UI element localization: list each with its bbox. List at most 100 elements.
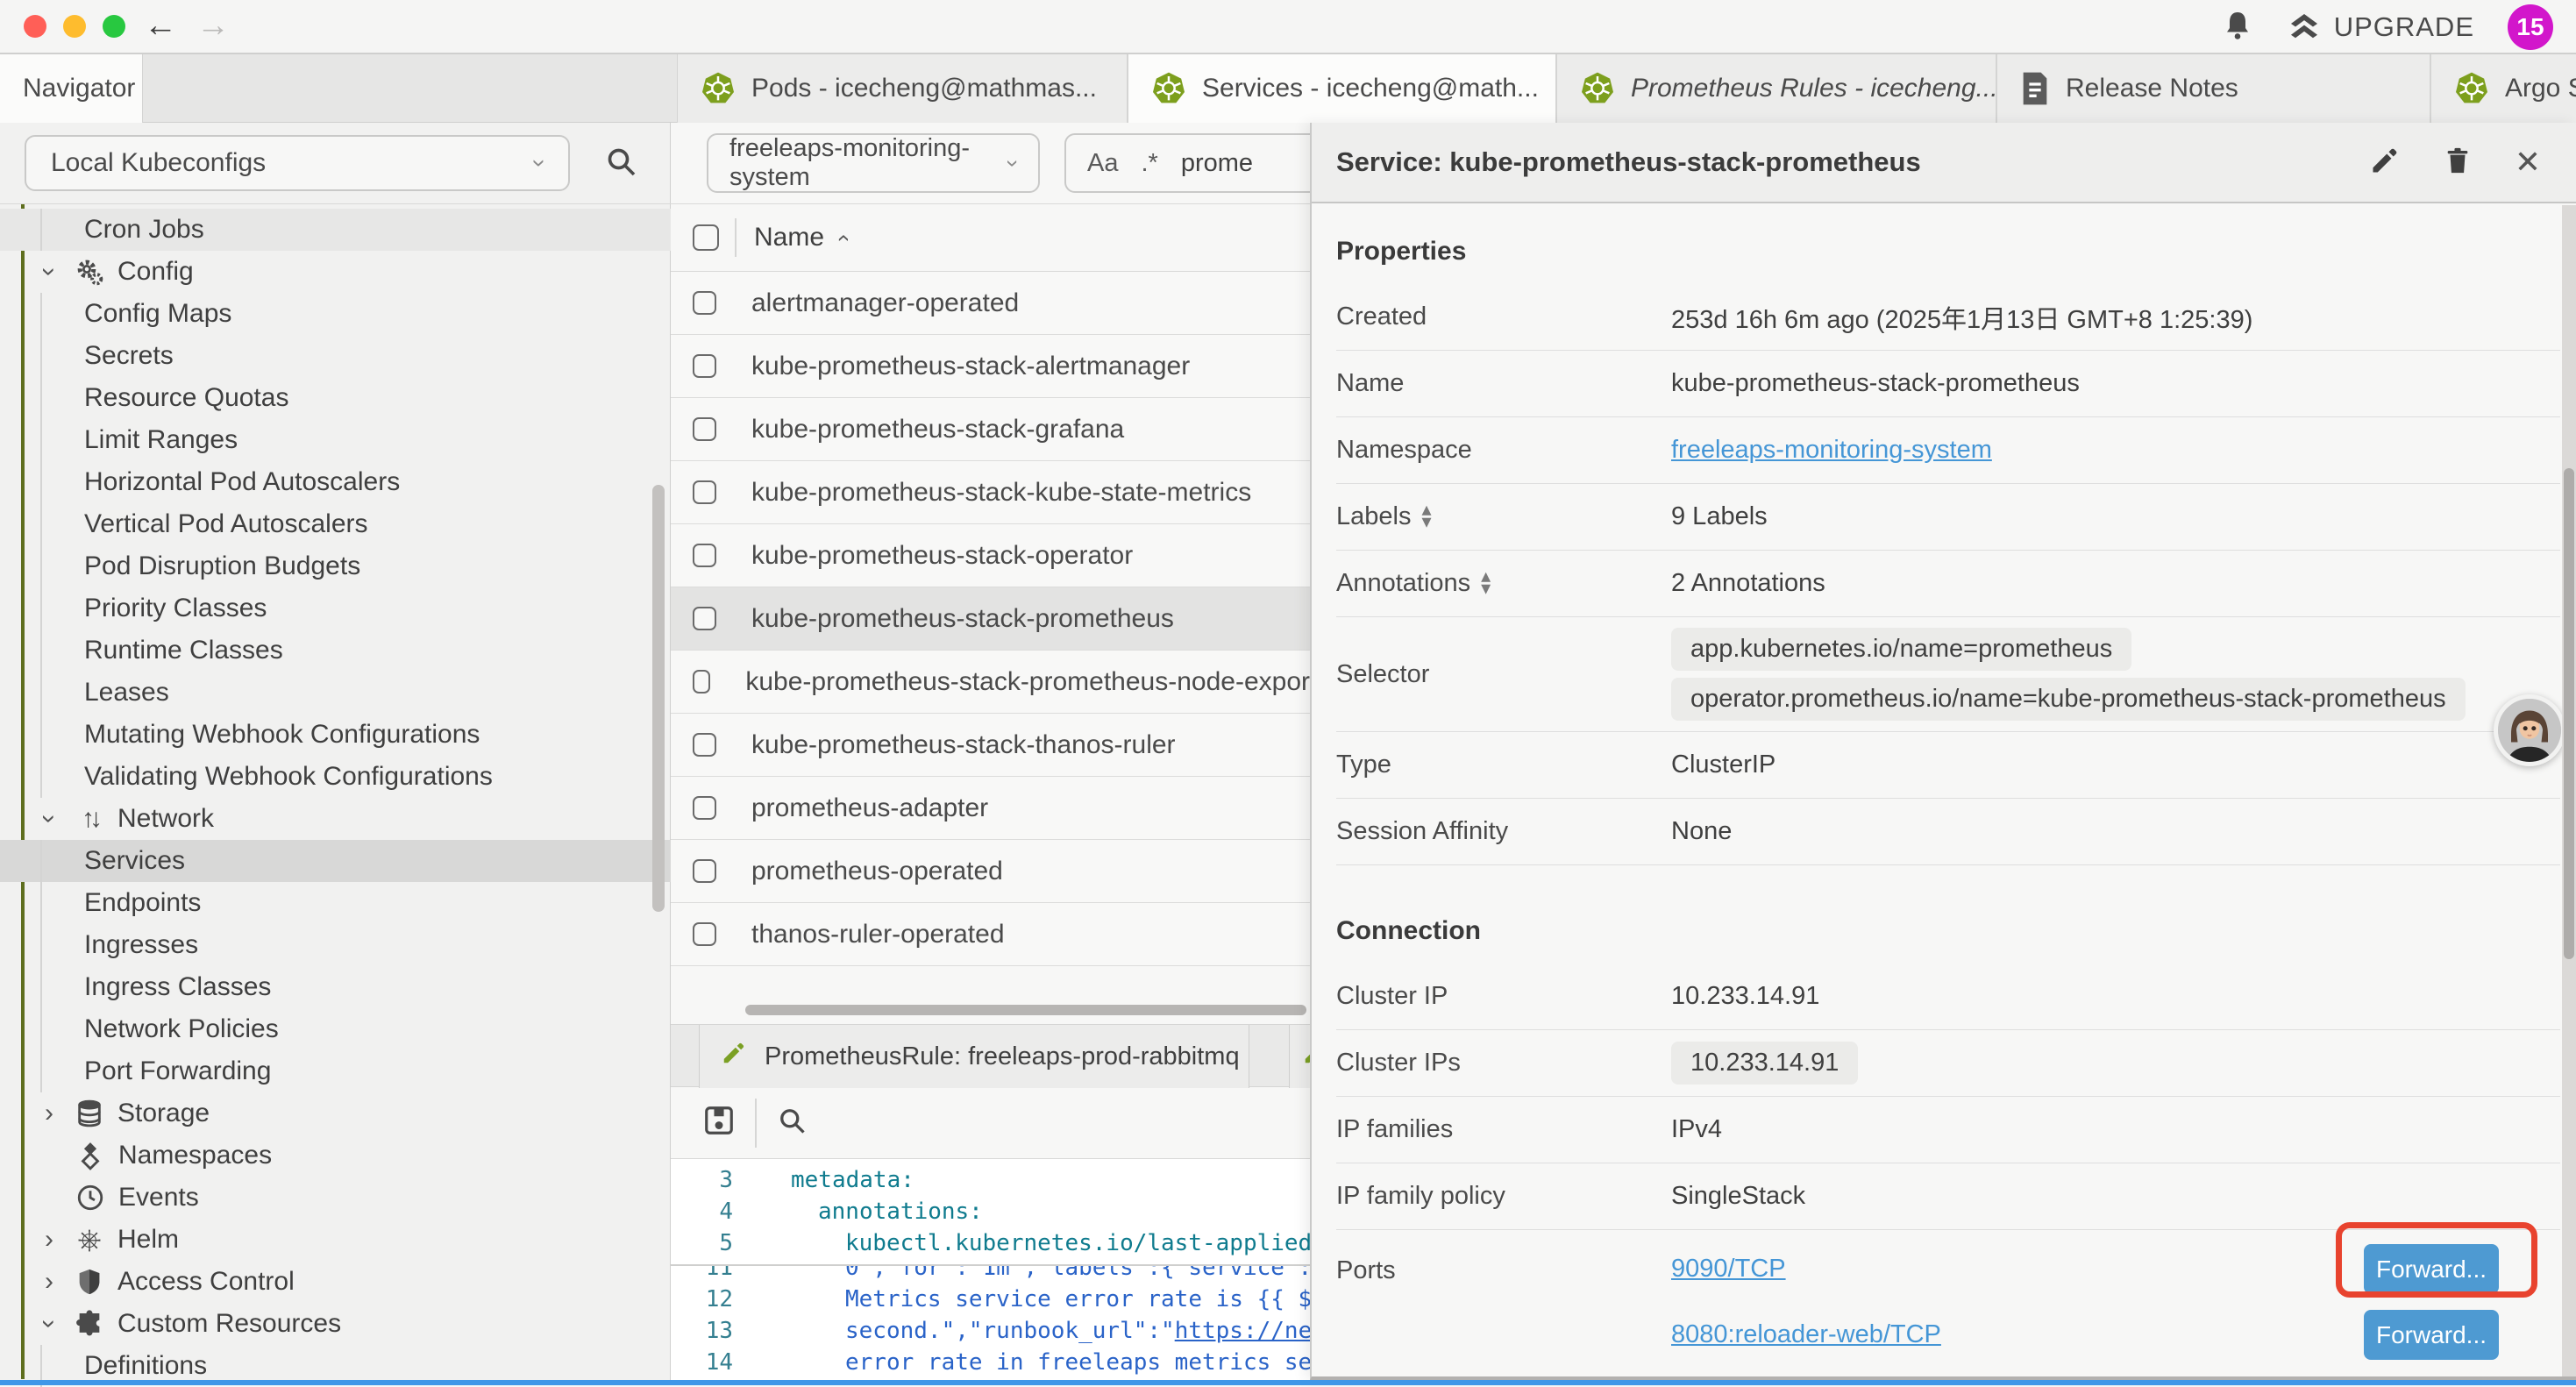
- minimize-window-button[interactable]: [63, 15, 86, 38]
- property-row-session-affinity: Session Affinity None: [1336, 799, 2560, 865]
- namespace-select[interactable]: freeleaps-monitoring-system ›: [707, 133, 1040, 193]
- sidebar-item-ingress-classes[interactable]: Ingress Classes: [0, 966, 671, 1008]
- yaml-editor[interactable]: 3metadata: 4annotations: 5kubectl.kubern…: [671, 1159, 1310, 1385]
- sidebar-item-ingresses[interactable]: Ingresses: [0, 924, 671, 966]
- table-row[interactable]: alertmanager-operated: [671, 272, 1310, 335]
- row-checkbox[interactable]: [693, 354, 716, 378]
- row-checkbox[interactable]: [693, 859, 716, 883]
- expand-labels-icon[interactable]: ▴▾: [1421, 505, 1431, 530]
- table-row[interactable]: prometheus-operated: [671, 840, 1310, 903]
- tab-argo[interactable]: Argo Se: [2430, 54, 2576, 123]
- save-icon[interactable]: [702, 1104, 736, 1142]
- namespace-link[interactable]: freeleaps-monitoring-system: [1671, 436, 1992, 465]
- row-checkbox[interactable]: [693, 417, 716, 441]
- kubernetes-icon: [1580, 71, 1615, 106]
- regex-toggle[interactable]: .*: [1141, 149, 1157, 178]
- sidebar-item-runtime-classes[interactable]: Runtime Classes: [0, 629, 671, 672]
- sidebar-item-horizontal-pod-autoscalers[interactable]: Horizontal Pod Autoscalers: [0, 461, 671, 503]
- close-panel-icon[interactable]: ✕: [2515, 144, 2541, 181]
- property-row-name: Name kube-prometheus-stack-prometheus: [1336, 351, 2560, 417]
- port-8080-link[interactable]: 8080:reloader-web/TCP: [1671, 1320, 1941, 1349]
- filter-input[interactable]: Aa .* prome: [1064, 133, 1310, 193]
- avatar[interactable]: [2494, 694, 2565, 766]
- sidebar-item-mutating-webhook-configurations[interactable]: Mutating Webhook Configurations: [0, 714, 671, 756]
- editor-tab-fragment[interactable]: [1289, 1025, 1310, 1088]
- row-checkbox[interactable]: [693, 544, 716, 567]
- detail-scrollbar[interactable]: [2562, 205, 2576, 1376]
- upgrade-button[interactable]: UPGRADE: [2287, 11, 2474, 44]
- tab-release-notes[interactable]: Release Notes: [1996, 54, 2430, 123]
- sidebar-item-pod-disruption-budgets[interactable]: Pod Disruption Budgets: [0, 545, 671, 587]
- selector-chip[interactable]: operator.prometheus.io/name=kube-prometh…: [1671, 678, 2466, 721]
- row-checkbox[interactable]: [693, 796, 716, 820]
- sidebar-item-vertical-pod-autoscalers[interactable]: Vertical Pod Autoscalers: [0, 503, 671, 545]
- horizontal-scrollbar[interactable]: [745, 1005, 1306, 1015]
- sidebar-item-namespaces[interactable]: Namespaces: [0, 1134, 671, 1177]
- sidebar-item-priority-classes[interactable]: Priority Classes: [0, 587, 671, 629]
- services-list-panel: freeleaps-monitoring-system › Aa .* prom…: [671, 123, 1310, 1385]
- delete-trash-icon[interactable]: [2443, 145, 2473, 181]
- tab-services[interactable]: Services - icecheng@math... ✕: [1128, 54, 1556, 123]
- selector-chip[interactable]: app.kubernetes.io/name=prometheus: [1671, 628, 2131, 671]
- notifications-bell-icon[interactable]: [2222, 10, 2253, 46]
- expand-annotations-icon[interactable]: ▴▾: [1481, 572, 1491, 596]
- sidebar-item-services[interactable]: Services: [0, 840, 671, 882]
- column-header-name[interactable]: Name ›: [754, 223, 846, 253]
- forward-button-8080[interactable]: Forward...: [2364, 1310, 2499, 1360]
- sidebar-item-config-maps[interactable]: Config Maps: [0, 293, 671, 335]
- tab-prometheus-rules[interactable]: Prometheus Rules - icecheng...: [1556, 54, 1996, 123]
- row-checkbox[interactable]: [693, 733, 716, 757]
- sidebar-item-port-forwarding[interactable]: Port Forwarding: [0, 1050, 671, 1092]
- row-checkbox[interactable]: [693, 670, 710, 694]
- sidebar-item-network[interactable]: › ↑↓ Network: [0, 798, 671, 840]
- close-window-button[interactable]: [24, 15, 46, 38]
- table-row[interactable]: kube-prometheus-stack-operator: [671, 524, 1310, 587]
- sidebar-search-icon[interactable]: [603, 144, 638, 183]
- sidebar-item-events[interactable]: Events: [0, 1177, 671, 1219]
- window-bottom-accent: [0, 1380, 2576, 1385]
- select-all-checkbox[interactable]: [693, 224, 719, 251]
- sidebar-item-config[interactable]: › Config: [0, 251, 671, 293]
- match-case-toggle[interactable]: Aa: [1087, 149, 1118, 178]
- table-row[interactable]: kube-prometheus-stack-grafana: [671, 398, 1310, 461]
- row-checkbox[interactable]: [693, 480, 716, 504]
- sidebar-item-secrets[interactable]: Secrets: [0, 335, 671, 377]
- cluster-ip-chip[interactable]: 10.233.14.91: [1671, 1042, 1858, 1085]
- sidebar-item-network-policies[interactable]: Network Policies: [0, 1008, 671, 1050]
- sidebar-item-resource-quotas[interactable]: Resource Quotas: [0, 377, 671, 419]
- table-row-selected[interactable]: kube-prometheus-stack-prometheus: [671, 587, 1310, 651]
- sidebar-scrollbar[interactable]: [652, 485, 665, 912]
- editor-search-icon[interactable]: [776, 1105, 808, 1141]
- table-row[interactable]: kube-prometheus-stack-alertmanager: [671, 335, 1310, 398]
- row-checkbox[interactable]: [693, 922, 716, 946]
- editor-tab-prometheusrule[interactable]: PrometheusRule: freeleaps-prod-rabbitmq: [699, 1025, 1249, 1088]
- sidebar-item-validating-webhook-configurations[interactable]: Validating Webhook Configurations: [0, 756, 671, 798]
- zoom-window-button[interactable]: [103, 15, 125, 38]
- sidebar-item-endpoints[interactable]: Endpoints: [0, 882, 671, 924]
- sidebar-item-leases[interactable]: Leases: [0, 672, 671, 714]
- tab-pods[interactable]: Pods - icecheng@mathmas...: [677, 54, 1128, 123]
- sidebar-item-helm[interactable]: › ⎈ Helm: [0, 1219, 671, 1261]
- port-9090-link[interactable]: 9090/TCP: [1671, 1255, 1786, 1284]
- table-row[interactable]: kube-prometheus-stack-thanos-ruler: [671, 714, 1310, 777]
- sidebar-item-limit-ranges[interactable]: Limit Ranges: [0, 419, 671, 461]
- table-row[interactable]: kube-prometheus-stack-kube-state-metrics: [671, 461, 1310, 524]
- table-row[interactable]: thanos-ruler-operated: [671, 903, 1310, 966]
- table-row[interactable]: kube-prometheus-stack-prometheus-node-ex…: [671, 651, 1310, 714]
- table-row[interactable]: prometheus-adapter: [671, 777, 1310, 840]
- profile-badge[interactable]: 15: [2508, 4, 2553, 50]
- tab-navigator[interactable]: Navigator: [0, 54, 143, 123]
- kubeconfig-select[interactable]: Local Kubeconfigs ›: [25, 135, 570, 191]
- code-line: metadata:: [745, 1167, 914, 1193]
- forward-icon[interactable]: →: [196, 7, 230, 45]
- row-checkbox[interactable]: [693, 607, 716, 630]
- row-checkbox[interactable]: [693, 291, 716, 315]
- sidebar-item-cron-jobs[interactable]: Cron Jobs: [0, 209, 671, 251]
- edit-pencil-icon[interactable]: [2369, 145, 2401, 181]
- sidebar-item-storage[interactable]: › Storage: [0, 1092, 671, 1134]
- service-detail-panel: Service: kube-prometheus-stack-prometheu…: [1310, 123, 2576, 1380]
- forward-button-9090[interactable]: Forward...: [2364, 1244, 2499, 1294]
- sidebar-item-custom-resources[interactable]: › Custom Resources: [0, 1303, 671, 1345]
- sidebar-item-access-control[interactable]: › Access Control: [0, 1261, 671, 1303]
- back-icon[interactable]: ←: [144, 7, 177, 45]
